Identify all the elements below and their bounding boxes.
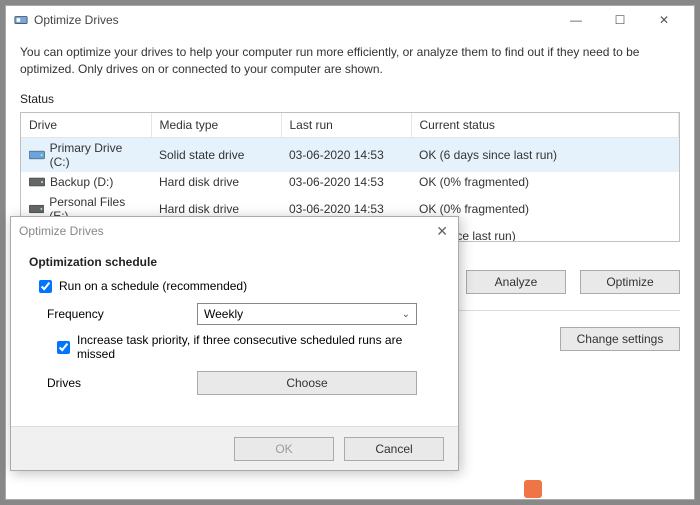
- dialog-heading: Optimization schedule: [29, 255, 440, 269]
- schedule-dialog: Optimize Drives ✕ Optimization schedule …: [10, 216, 459, 471]
- change-settings-button[interactable]: Change settings: [560, 327, 680, 351]
- optimize-button[interactable]: Optimize: [580, 270, 680, 294]
- maximize-button[interactable]: ☐: [598, 6, 642, 34]
- app-icon: [14, 13, 28, 27]
- drive-status: OK (6 days since last run): [411, 137, 679, 172]
- col-media[interactable]: Media type: [151, 113, 281, 138]
- run-schedule-input[interactable]: [39, 280, 52, 293]
- minimize-button[interactable]: —: [554, 6, 598, 34]
- run-schedule-label: Run on a schedule (recommended): [59, 279, 247, 293]
- increase-priority-input[interactable]: [57, 341, 70, 354]
- frequency-label: Frequency: [47, 307, 197, 321]
- main-titlebar: Optimize Drives — ☐ ✕: [6, 6, 694, 34]
- analyze-button[interactable]: Analyze: [466, 270, 566, 294]
- watermark-text: 头条 @ 劳资 · 蜀道三: [548, 478, 690, 499]
- drive-media: Hard disk drive: [151, 172, 281, 192]
- close-icon[interactable]: ✕: [436, 223, 448, 240]
- drive-lastrun: 03-06-2020 14:53: [281, 172, 411, 192]
- increase-priority-checkbox[interactable]: Increase task priority, if three consecu…: [57, 333, 440, 361]
- drive-media: Solid state drive: [151, 137, 281, 172]
- drive-name: Backup (D:): [50, 175, 113, 189]
- dialog-title: Optimize Drives: [19, 224, 104, 238]
- watermark: 头条 @ 劳资 · 蜀道三: [524, 478, 690, 499]
- frequency-value: Weekly: [204, 307, 243, 321]
- dialog-titlebar: Optimize Drives ✕: [11, 217, 458, 245]
- description-text: You can optimize your drives to help you…: [20, 44, 680, 78]
- table-row[interactable]: Primary Drive (C:) Solid state drive03-06…: [21, 137, 679, 172]
- run-schedule-checkbox[interactable]: Run on a schedule (recommended): [39, 279, 440, 293]
- increase-priority-label: Increase task priority, if three consecu…: [77, 333, 440, 361]
- status-label: Status: [20, 92, 680, 106]
- watermark-icon: [524, 480, 542, 498]
- choose-button[interactable]: Choose: [197, 371, 417, 395]
- drive-lastrun: 03-06-2020 14:53: [281, 137, 411, 172]
- close-button[interactable]: ✕: [642, 6, 686, 34]
- drives-label: Drives: [47, 376, 197, 390]
- ok-button[interactable]: OK: [234, 437, 334, 461]
- cancel-button[interactable]: Cancel: [344, 437, 444, 461]
- col-lastrun[interactable]: Last run: [281, 113, 411, 138]
- col-drive[interactable]: Drive: [21, 113, 151, 138]
- table-row[interactable]: Backup (D:) Hard disk drive03-06-2020 14:…: [21, 172, 679, 192]
- chevron-down-icon: ⌄: [402, 309, 410, 320]
- frequency-select[interactable]: Weekly ⌄: [197, 303, 417, 325]
- window-title: Optimize Drives: [34, 13, 119, 27]
- drive-name: Primary Drive (C:): [50, 141, 143, 169]
- col-status[interactable]: Current status: [411, 113, 679, 138]
- drive-status: OK (0% fragmented): [411, 172, 679, 192]
